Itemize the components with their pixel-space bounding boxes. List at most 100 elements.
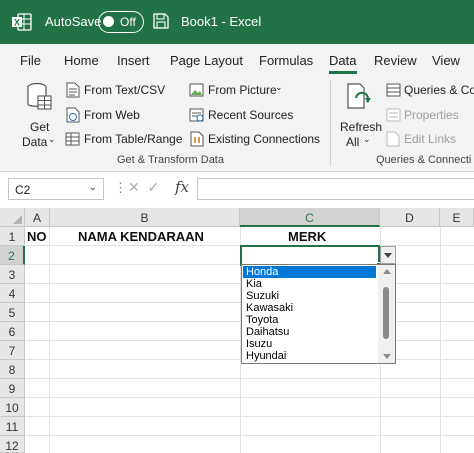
dropdown-option[interactable]: Kawasaki — [243, 302, 376, 314]
get-data-label: Get — [30, 120, 50, 134]
row-header-5[interactable]: 5 — [0, 303, 25, 322]
chevron-down-icon: ⌄ — [48, 134, 56, 144]
edit-links-button[interactable]: Edit Links — [384, 131, 474, 149]
from-table-range-button[interactable]: From Table/Range — [64, 131, 184, 149]
tab-file[interactable]: File — [20, 53, 41, 68]
row-header-10[interactable]: 10 — [0, 398, 25, 417]
database-icon — [27, 82, 52, 110]
from-text-csv-button[interactable]: From Text/CSV — [64, 82, 184, 100]
refresh-all-button[interactable]: Refresh All ⌄ — [337, 80, 383, 152]
row-header-9[interactable]: 9 — [0, 379, 25, 398]
cell-a1[interactable]: NO — [27, 229, 47, 244]
name-box[interactable]: C2 ⌄ — [8, 178, 104, 200]
title-bar: X AutoSave Off Book1 - Excel — [0, 0, 474, 44]
recent-sources-label: Recent Sources — [208, 108, 294, 122]
column-header-d[interactable]: D — [380, 208, 440, 227]
column-header-e[interactable]: E — [440, 208, 474, 227]
dropdown-option[interactable]: Suzuki — [243, 290, 376, 302]
row-header-7[interactable]: 7 — [0, 341, 25, 360]
save-icon[interactable] — [152, 12, 170, 30]
formula-input[interactable] — [197, 178, 474, 200]
gridline — [440, 227, 441, 453]
chevron-down-icon[interactable]: ⌄ — [89, 182, 97, 193]
get-data-button[interactable]: Get Data ⌄ — [18, 80, 58, 152]
cancel-enter-icons[interactable]: ✕ ✓ — [128, 179, 159, 196]
edit-links-icon — [386, 131, 400, 147]
row-header-11[interactable]: 11 — [0, 417, 25, 436]
cell-c1[interactable]: MERK — [288, 229, 326, 244]
dropdown-option[interactable]: Honda — [243, 266, 376, 278]
table-icon — [65, 132, 80, 146]
tab-review[interactable]: Review — [374, 53, 417, 68]
text-file-icon — [66, 82, 80, 98]
scroll-down-icon[interactable] — [383, 354, 391, 359]
from-web-label: From Web — [84, 108, 140, 122]
validation-dropdown-list: Honda Kia Suzuki Kawasaki Toyota Daihats… — [241, 264, 396, 364]
autosave-toggle[interactable]: Off — [98, 11, 144, 33]
existing-connections-button[interactable]: Existing Connections — [188, 131, 320, 149]
dropdown-option[interactable]: Hyundai — [243, 350, 376, 362]
row-header-12[interactable]: 12 — [0, 436, 25, 453]
from-picture-button[interactable]: From Picture ⌄ — [188, 82, 298, 100]
dropdown-option[interactable]: Kia — [243, 278, 376, 290]
tab-page-layout[interactable]: Page Layout — [170, 53, 243, 68]
row-header-4[interactable]: 4 — [0, 284, 25, 303]
refresh-label: Refresh — [340, 120, 383, 134]
active-cell-c2[interactable] — [240, 245, 382, 268]
column-header-b[interactable]: B — [50, 208, 240, 227]
from-web-button[interactable]: From Web — [64, 107, 184, 125]
ribbon-tabs: File Home Insert Page Layout Formulas Da… — [0, 44, 474, 74]
tab-home[interactable]: Home — [64, 53, 99, 68]
queries-connections-button[interactable]: Queries & Co — [384, 82, 474, 100]
group-label-get-transform: Get & Transform Data — [117, 154, 224, 166]
select-all-button[interactable] — [0, 208, 25, 227]
svg-text:X: X — [14, 18, 20, 28]
excel-logo-icon: X — [12, 13, 32, 31]
scroll-thumb[interactable] — [383, 287, 389, 339]
column-header-c[interactable]: C — [240, 208, 380, 227]
refresh-label-2: All — [346, 135, 360, 149]
window-title: Book1 - Excel — [181, 14, 262, 29]
properties-button[interactable]: Properties — [384, 107, 474, 125]
picture-icon — [189, 83, 204, 97]
group-label-queries-connections: Queries & Connecti — [376, 154, 472, 166]
web-page-icon — [66, 107, 80, 123]
dropdown-option[interactable]: Daihatsu — [243, 326, 376, 338]
tab-insert[interactable]: Insert — [117, 53, 150, 68]
row-header-3[interactable]: 3 — [0, 265, 25, 284]
recent-sources-button[interactable]: Recent Sources — [188, 107, 298, 125]
worksheet-grid: A B C D E 1 2 3 4 5 6 7 8 9 10 11 12 NO … — [0, 208, 474, 453]
tab-formulas[interactable]: Formulas — [259, 53, 313, 68]
insert-function-icon[interactable]: fx — [175, 178, 189, 196]
chevron-down-icon: ⌄ — [363, 134, 371, 144]
name-box-value: C2 — [15, 183, 31, 197]
cell-b1[interactable]: NAMA KENDARAAN — [78, 229, 204, 244]
scroll-up-icon[interactable] — [383, 269, 391, 274]
dropdown-option[interactable]: Toyota — [243, 314, 376, 326]
recent-sources-icon — [189, 108, 204, 122]
more-options-icon[interactable]: ⋮ — [114, 180, 127, 196]
refresh-icon — [347, 83, 371, 109]
row-header-8[interactable]: 8 — [0, 360, 25, 379]
from-picture-label: From Picture — [208, 83, 277, 97]
ribbon: Get Data ⌄ From Text/CSV From Web From T… — [0, 74, 474, 172]
queries-connections-label: Queries & Co — [404, 83, 474, 97]
row-header-6[interactable]: 6 — [0, 322, 25, 341]
dropdown-arrow-button[interactable] — [380, 246, 396, 264]
connections-icon — [190, 131, 204, 147]
row-header-2[interactable]: 2 — [0, 246, 25, 265]
dropdown-option[interactable]: Isuzu — [243, 338, 376, 350]
autosave-state: Off — [120, 15, 136, 29]
column-header-a[interactable]: A — [25, 208, 50, 227]
chevron-down-icon: ⌄ — [275, 82, 283, 92]
ribbon-separator — [330, 80, 331, 166]
formula-bar: C2 ⌄ ⋮ ✕ ✓ fx — [0, 172, 474, 208]
toggle-knob — [103, 16, 114, 27]
dropdown-scrollbar[interactable] — [378, 265, 395, 363]
from-table-range-label: From Table/Range — [84, 132, 183, 146]
tab-view[interactable]: View — [432, 53, 460, 68]
tab-data[interactable]: Data — [329, 53, 356, 68]
properties-label: Properties — [404, 108, 459, 122]
edit-links-label: Edit Links — [404, 132, 457, 146]
row-header-1[interactable]: 1 — [0, 227, 25, 246]
